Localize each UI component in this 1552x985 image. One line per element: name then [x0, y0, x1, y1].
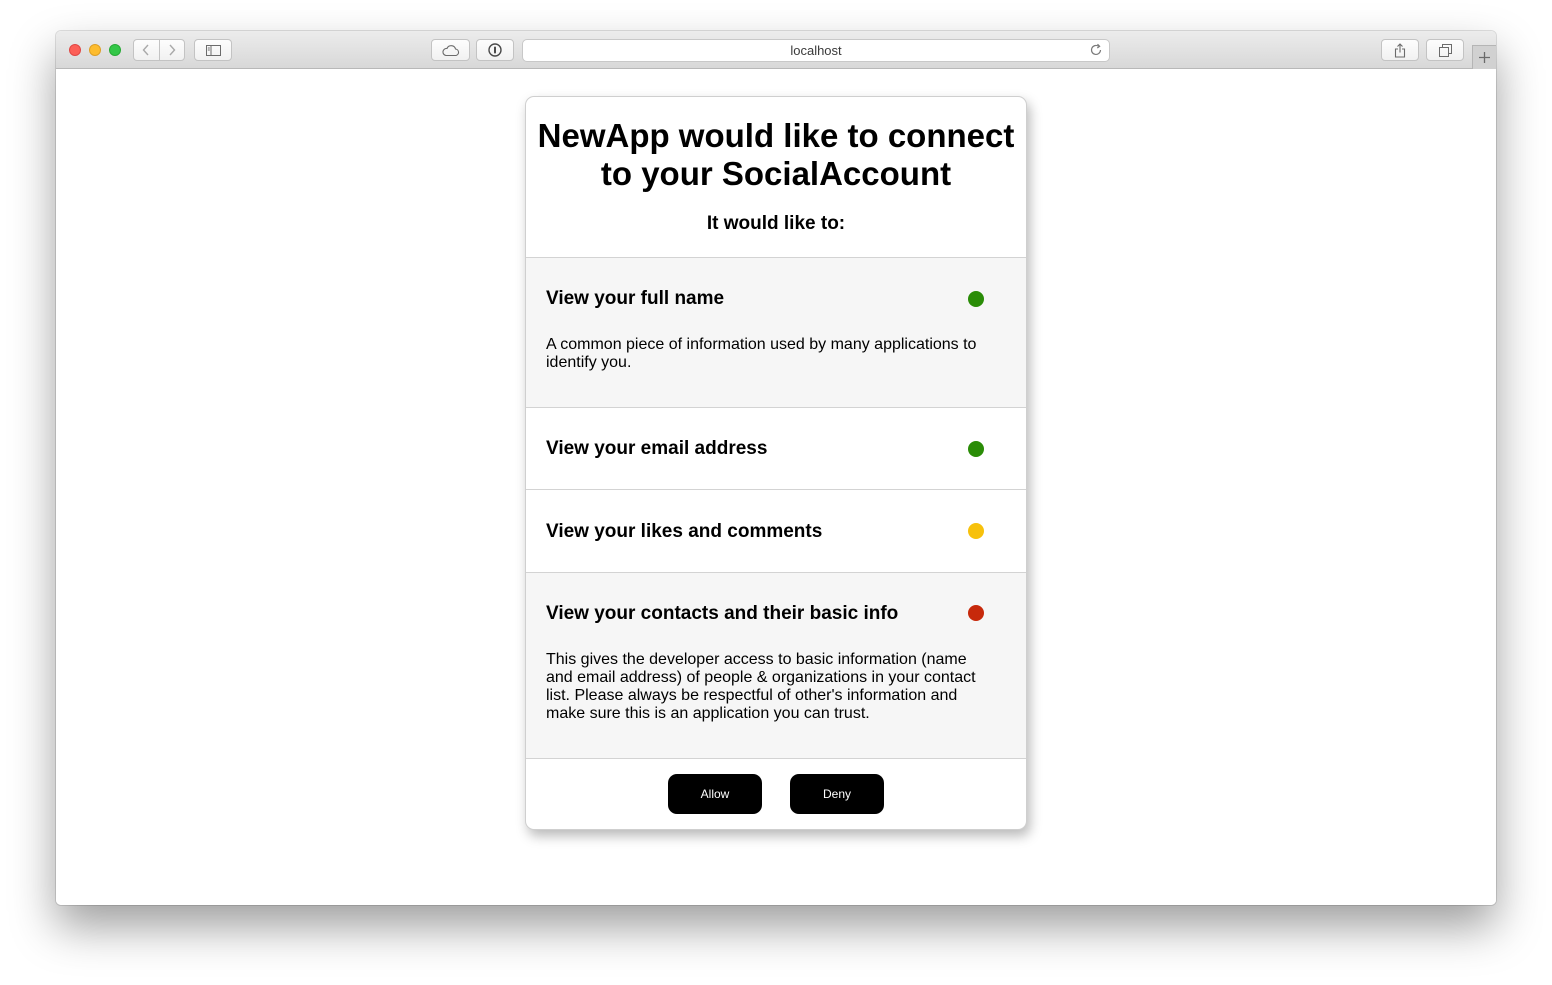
address-text: localhost	[790, 43, 842, 58]
allow-button[interactable]: Allow	[668, 774, 762, 814]
permission-dialog: NewApp would like to connect to your Soc…	[525, 96, 1027, 830]
permission-likes-comments: View your likes and comments	[526, 490, 1026, 573]
permission-contacts: View your contacts and their basic info …	[526, 573, 1026, 759]
status-dot-red	[968, 605, 984, 621]
zoom-window-button[interactable]	[109, 44, 121, 56]
back-button[interactable]	[134, 40, 159, 60]
status-dot-green	[968, 291, 984, 307]
new-tab-button[interactable]	[1472, 45, 1496, 69]
permission-title: View your email address	[546, 438, 768, 459]
permission-title: View your full name	[546, 288, 725, 309]
dialog-title: NewApp would like to connect to your Soc…	[537, 117, 1015, 192]
permission-description: This gives the developer access to basic…	[546, 651, 976, 722]
permission-title: View your contacts and their basic info	[546, 603, 899, 624]
navigation-buttons	[133, 39, 185, 61]
browser-window: localhost NewApp would like to connect t…	[56, 31, 1496, 905]
status-dot-yellow	[968, 523, 984, 539]
icloud-tabs-button[interactable]	[431, 39, 470, 61]
plus-icon	[1479, 52, 1490, 63]
share-icon	[1394, 42, 1406, 58]
tabs-overview-icon	[1438, 43, 1452, 57]
chevron-left-icon	[142, 44, 149, 56]
share-button[interactable]	[1381, 39, 1419, 61]
minimize-window-button[interactable]	[89, 44, 101, 56]
sidebar-icon	[205, 44, 221, 56]
forward-button[interactable]	[158, 40, 185, 60]
chevron-right-icon	[169, 44, 176, 56]
permission-email: View your email address	[526, 408, 1026, 490]
permission-description: A common piece of information used by ma…	[546, 336, 977, 371]
permission-full-name: View your full name A common piece of in…	[526, 258, 1026, 408]
page-viewport: NewApp would like to connect to your Soc…	[56, 69, 1496, 905]
deny-button[interactable]: Deny	[790, 774, 884, 814]
close-window-button[interactable]	[69, 44, 81, 56]
status-dot-green	[968, 441, 984, 457]
cloud-icon	[441, 44, 459, 56]
browser-toolbar: localhost	[56, 31, 1496, 69]
address-bar[interactable]: localhost	[522, 39, 1110, 62]
password-icon	[488, 43, 502, 57]
reload-icon[interactable]	[1089, 43, 1103, 57]
dialog-subtitle: It would like to:	[706, 213, 846, 234]
password-button[interactable]	[476, 39, 514, 61]
sidebar-button[interactable]	[194, 39, 232, 61]
tab-overview-button[interactable]	[1426, 39, 1464, 61]
dialog-footer: Allow Deny	[526, 758, 1026, 829]
permission-title: View your likes and comments	[546, 521, 823, 542]
dialog-header: NewApp would like to connect to your Soc…	[526, 97, 1026, 258]
